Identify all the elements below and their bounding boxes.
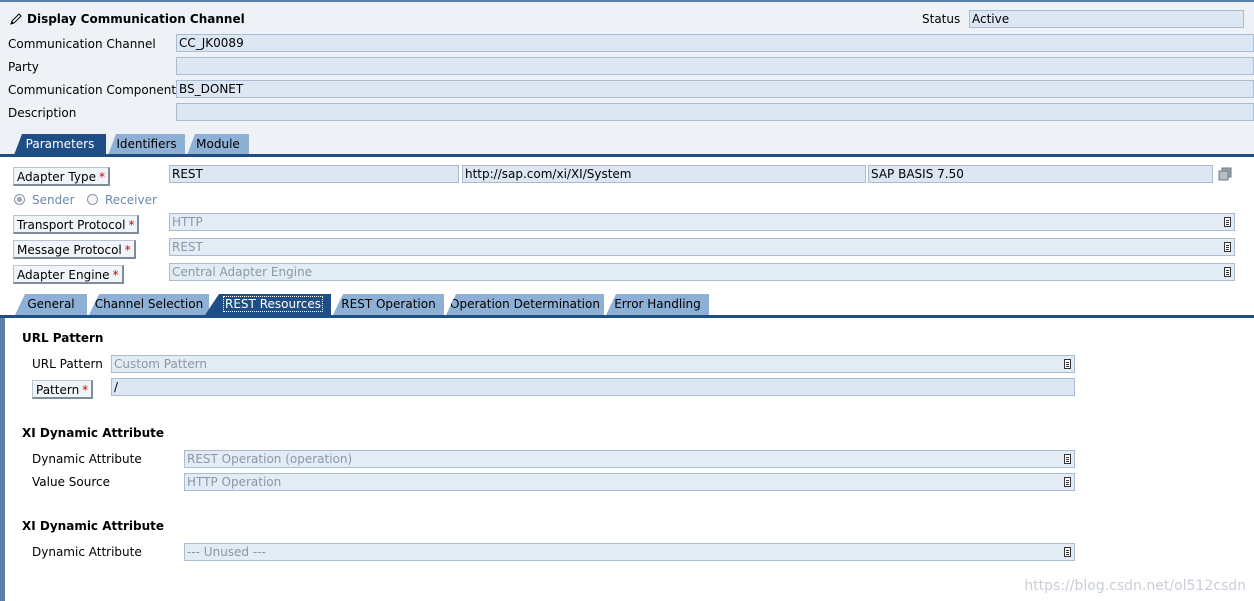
transport-protocol-value: HTTP — [172, 215, 203, 229]
adapter-type-field[interactable]: REST — [169, 165, 459, 183]
required-marker: * — [124, 243, 131, 257]
dynamic-attribute-label-2: Dynamic Attribute — [32, 545, 142, 559]
transport-protocol-select[interactable]: HTTP — [169, 213, 1235, 231]
dropdown-icon[interactable] — [1224, 267, 1231, 277]
dynamic-attribute-label-1: Dynamic Attribute — [32, 452, 142, 466]
tab-rest-resources-label: REST Resources — [223, 296, 323, 312]
communication-component-label: Communication Component — [8, 83, 177, 97]
dynamic-attribute-value-1: REST Operation (operation) — [187, 452, 353, 466]
dropdown-icon[interactable] — [1064, 477, 1071, 487]
dropdown-icon[interactable] — [1224, 242, 1231, 252]
left-border — [0, 318, 5, 601]
xi-dynamic-attribute-title-2: XI Dynamic Attribute — [22, 519, 165, 533]
software-component-field[interactable]: SAP BASIS 7.50 — [868, 165, 1213, 183]
communication-component-field[interactable]: BS_DONET — [176, 80, 1254, 98]
adapter-engine-select[interactable]: Central Adapter Engine — [169, 263, 1235, 281]
pattern-field[interactable]: / — [111, 378, 1075, 396]
tab-error-handling[interactable]: Error Handling — [606, 294, 709, 315]
dropdown-icon[interactable] — [1064, 454, 1071, 464]
url-pattern-label: URL Pattern — [32, 357, 103, 371]
tab-rest-operation[interactable]: REST Operation — [333, 294, 444, 315]
pencil-icon — [9, 12, 23, 26]
dropdown-icon[interactable] — [1064, 547, 1071, 557]
value-source-select[interactable]: HTTP Operation — [184, 473, 1075, 491]
adapter-type-label: Adapter Type — [17, 170, 96, 184]
sub-tab-underline — [0, 315, 1254, 318]
value-source-label: Value Source — [32, 475, 110, 489]
party-label: Party — [8, 60, 39, 74]
required-marker: * — [128, 218, 135, 232]
adapter-engine-value: Central Adapter Engine — [172, 265, 313, 279]
message-protocol-button[interactable]: Message Protocol * — [13, 240, 136, 259]
required-marker: * — [98, 170, 105, 184]
tab-identifiers[interactable]: Identifiers — [108, 134, 185, 155]
tab-general[interactable]: General — [15, 294, 87, 315]
adapter-engine-label: Adapter Engine — [17, 268, 110, 282]
xi-dynamic-attribute-title-1: XI Dynamic Attribute — [22, 426, 165, 440]
message-protocol-label: Message Protocol — [17, 243, 122, 257]
watermark: https://blog.csdn.net/ol512csdn — [1024, 578, 1246, 594]
adapter-engine-button[interactable]: Adapter Engine * — [13, 265, 124, 284]
communication-channel-label: Communication Channel — [8, 37, 156, 51]
tab-module[interactable]: Module — [187, 134, 249, 155]
receiver-radio[interactable] — [87, 194, 98, 205]
pattern-button[interactable]: Pattern * — [32, 380, 94, 399]
required-marker: * — [112, 268, 119, 282]
copy-icon[interactable] — [1218, 167, 1232, 181]
tab-operation-determination[interactable]: Operation Determination — [446, 294, 604, 315]
url-pattern-select[interactable]: Custom Pattern — [111, 355, 1075, 373]
url-pattern-section-title: URL Pattern — [22, 331, 104, 345]
transport-protocol-button[interactable]: Transport Protocol * — [13, 215, 140, 234]
tab-channel-selection[interactable]: Channel Selection — [89, 294, 209, 315]
page-title: Display Communication Channel — [27, 12, 245, 26]
description-field[interactable] — [176, 103, 1254, 121]
main-tab-underline — [0, 154, 1254, 157]
status-field: Active — [969, 10, 1244, 28]
dynamic-attribute-select-1[interactable]: REST Operation (operation) — [184, 450, 1075, 468]
required-marker: * — [82, 383, 89, 397]
sender-label: Sender — [32, 193, 75, 207]
receiver-label: Receiver — [105, 193, 157, 207]
url-pattern-value: Custom Pattern — [114, 357, 207, 371]
status-label: Status — [922, 12, 961, 26]
adapter-namespace-field[interactable]: http://sap.com/xi/XI/System — [462, 165, 866, 183]
message-protocol-value: REST — [172, 240, 203, 254]
value-source-value: HTTP Operation — [187, 475, 282, 489]
communication-channel-field[interactable]: CC_JK0089 — [176, 34, 1254, 52]
message-protocol-select[interactable]: REST — [169, 238, 1235, 256]
dynamic-attribute-value-2: --- Unused --- — [187, 545, 266, 559]
sender-radio[interactable] — [14, 194, 25, 205]
description-label: Description — [8, 106, 77, 120]
tab-parameters[interactable]: Parameters — [14, 134, 106, 155]
dropdown-icon[interactable] — [1224, 217, 1231, 227]
dynamic-attribute-select-2[interactable]: --- Unused --- — [184, 543, 1075, 561]
pattern-label: Pattern — [36, 383, 80, 397]
transport-protocol-label: Transport Protocol — [17, 218, 126, 232]
adapter-type-button[interactable]: Adapter Type * — [13, 167, 110, 186]
tab-rest-resources[interactable]: REST Resources — [205, 294, 331, 315]
dropdown-icon[interactable] — [1064, 359, 1071, 369]
party-field[interactable] — [176, 57, 1254, 75]
